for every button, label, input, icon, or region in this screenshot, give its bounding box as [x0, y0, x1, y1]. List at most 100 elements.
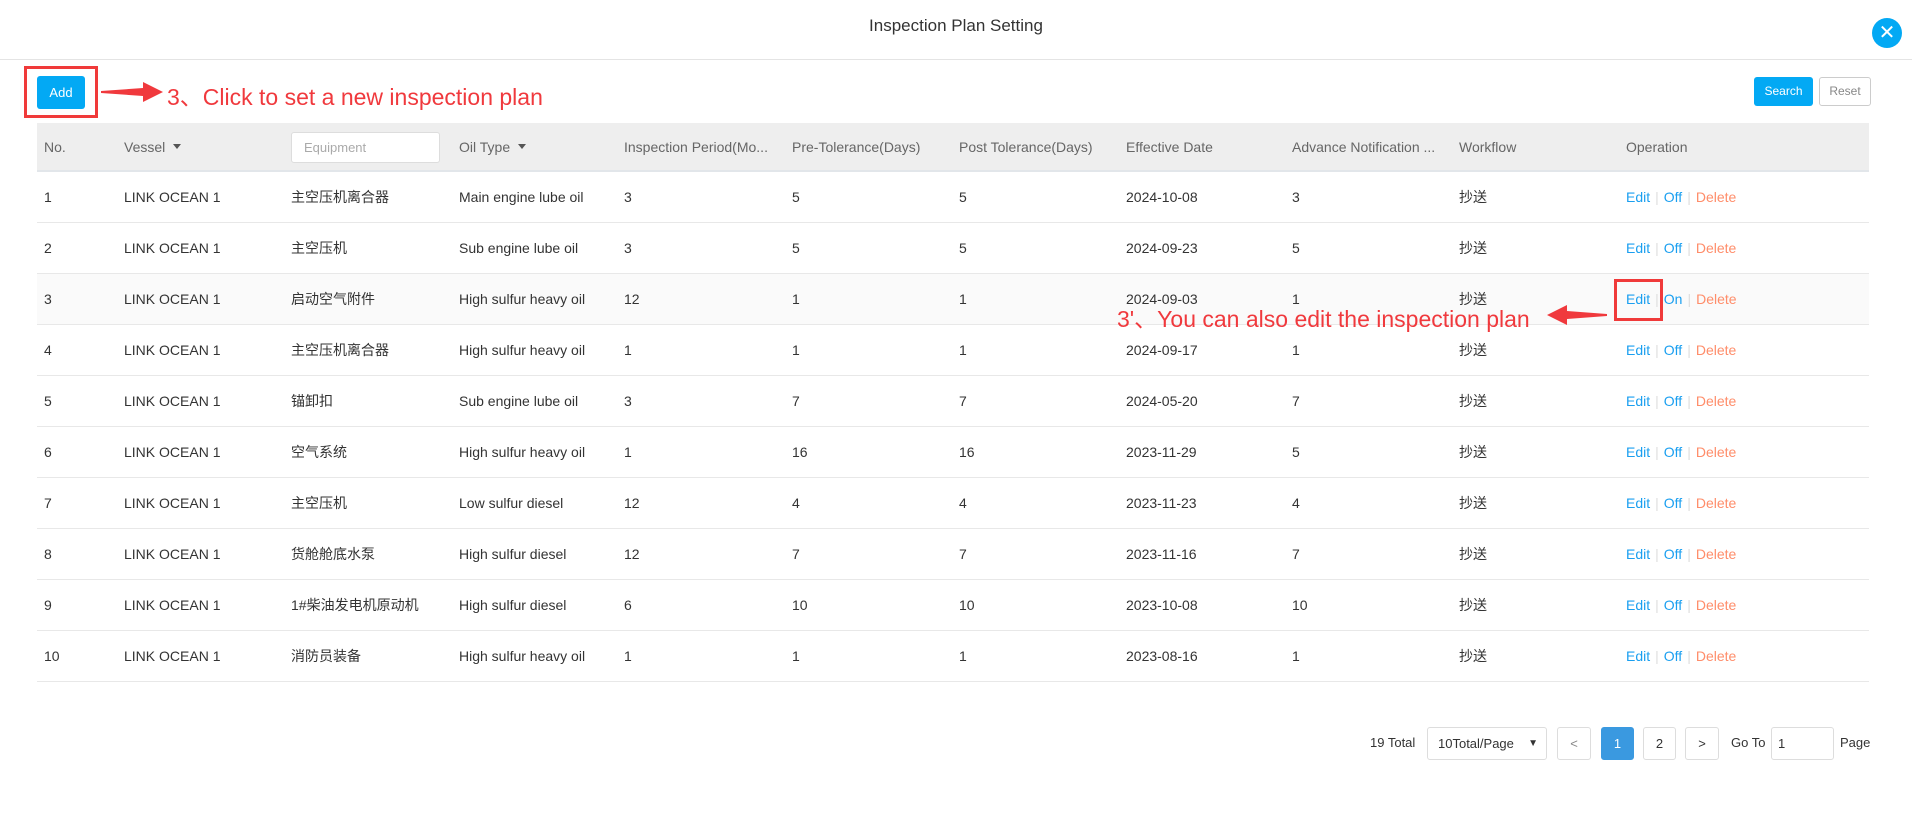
toggle-link[interactable]: On — [1664, 291, 1683, 307]
search-button[interactable]: Search — [1754, 77, 1813, 106]
cell-advance: 7 — [1292, 546, 1300, 562]
separator: | — [1687, 342, 1691, 358]
cell-period: 1 — [624, 648, 632, 664]
page-size-select[interactable]: 10Total/Page ▼ — [1427, 727, 1547, 760]
edit-link[interactable]: Edit — [1626, 444, 1650, 460]
edit-link[interactable]: Edit — [1626, 597, 1650, 613]
cell-period: 12 — [624, 495, 640, 511]
delete-link[interactable]: Delete — [1696, 546, 1736, 562]
toggle-link[interactable]: Off — [1664, 546, 1682, 562]
delete-link[interactable]: Delete — [1696, 597, 1736, 613]
cell-date: 2023-11-16 — [1126, 546, 1197, 562]
cell-period: 3 — [624, 393, 632, 409]
separator: | — [1687, 546, 1691, 562]
delete-link[interactable]: Delete — [1696, 648, 1736, 664]
cell-workflow: 抄送 — [1459, 546, 1487, 562]
separator: | — [1655, 342, 1659, 358]
page-2-button[interactable]: 2 — [1643, 727, 1676, 760]
delete-link[interactable]: Delete — [1696, 444, 1736, 460]
header-no: No. — [44, 138, 66, 155]
reset-button[interactable]: Reset — [1819, 77, 1871, 106]
toggle-link[interactable]: Off — [1664, 597, 1682, 613]
header-period: Inspection Period(Mo... — [624, 138, 768, 155]
next-page-button[interactable]: > — [1685, 727, 1719, 760]
cell-no: 2 — [44, 240, 52, 256]
prev-page-button[interactable]: < — [1557, 727, 1591, 760]
header-vessel-filter[interactable]: Vessel — [124, 123, 182, 170]
separator: | — [1687, 291, 1692, 307]
edit-link[interactable]: Edit — [1626, 189, 1650, 205]
toggle-link[interactable]: Off — [1664, 393, 1682, 409]
toggle-link[interactable]: Off — [1664, 240, 1682, 256]
page-label: Page — [1840, 735, 1871, 750]
edit-link[interactable]: Edit — [1626, 240, 1650, 256]
header-oil-type: Oil Type — [459, 138, 511, 155]
separator: | — [1655, 495, 1659, 511]
cell-post: 10 — [959, 597, 975, 613]
caret-down-icon — [173, 144, 182, 149]
cell-workflow: 抄送 — [1459, 648, 1487, 664]
annotation-edit: 3'、You can also edit the inspection plan — [1117, 306, 1530, 332]
operation-cell: Edit | Off | Delete — [1626, 325, 1736, 375]
separator: | — [1687, 444, 1691, 460]
table-row: 10 LINK OCEAN 1 消防员装备 High sulfur heavy oil… — [37, 631, 1869, 682]
cell-date: 2024-05-20 — [1126, 393, 1198, 409]
edit-link[interactable]: Edit — [1626, 648, 1650, 664]
cell-advance: 4 — [1292, 495, 1300, 511]
cell-no: 5 — [44, 393, 52, 409]
table-row: 4 LINK OCEAN 1 主空压机离合器 High sulfur heavy oi… — [37, 325, 1869, 376]
separator: | — [1687, 648, 1691, 664]
edit-link[interactable]: Edit — [1626, 393, 1650, 409]
cell-vessel: LINK OCEAN 1 — [124, 546, 221, 562]
cell-vessel: LINK OCEAN 1 — [124, 342, 221, 358]
delete-link[interactable]: Delete — [1696, 342, 1736, 358]
chevron-down-icon: ▼ — [1528, 738, 1538, 749]
table-row: 5 LINK OCEAN 1 锚卸扣 Sub engine lube oil 3 7 7 20… — [37, 376, 1869, 427]
delete-link[interactable]: Delete — [1696, 189, 1736, 205]
cell-vessel: LINK OCEAN 1 — [124, 189, 221, 205]
cell-post: 1 — [959, 291, 967, 307]
close-icon[interactable]: ✕ — [1872, 18, 1902, 48]
toggle-link[interactable]: Off — [1664, 189, 1682, 205]
cell-no: 8 — [44, 546, 52, 562]
cell-no: 10 — [44, 648, 60, 664]
header-post-tolerance: Post Tolerance(Days) — [959, 138, 1093, 155]
edit-link[interactable]: Edit — [1626, 546, 1650, 562]
separator: | — [1687, 240, 1691, 256]
header-oil-type-filter[interactable]: Oil Type — [459, 123, 527, 170]
divider — [0, 59, 1912, 60]
cell-no: 9 — [44, 597, 52, 613]
delete-link[interactable]: Delete — [1696, 291, 1736, 307]
cell-workflow: 抄送 — [1459, 597, 1487, 613]
annotation-add: 3、Click to set a new inspection plan — [167, 84, 543, 110]
table-row: 8 LINK OCEAN 1 货舱舱底水泵 High sulfur diesel 12 7… — [37, 529, 1869, 580]
cell-date: 2023-10-08 — [1126, 597, 1198, 613]
cell-oil: High sulfur diesel — [459, 597, 567, 613]
edit-link[interactable]: Edit — [1626, 342, 1650, 358]
cell-period: 3 — [624, 189, 632, 205]
page-1-button[interactable]: 1 — [1601, 727, 1634, 760]
separator: | — [1687, 189, 1691, 205]
delete-link[interactable]: Delete — [1696, 495, 1736, 511]
cell-advance: 5 — [1292, 444, 1300, 460]
dialog-title: Inspection Plan Setting — [869, 16, 1043, 35]
cell-vessel: LINK OCEAN 1 — [124, 240, 221, 256]
delete-link[interactable]: Delete — [1696, 240, 1736, 256]
cell-equipment: 主空压机离合器 — [291, 189, 389, 205]
toggle-link[interactable]: Off — [1664, 495, 1682, 511]
toggle-link[interactable]: Off — [1664, 648, 1682, 664]
cell-oil: Sub engine lube oil — [459, 240, 579, 256]
equipment-filter-input[interactable]: Equipment — [291, 132, 440, 163]
cell-equipment: 主空压机离合器 — [291, 342, 389, 358]
toggle-link[interactable]: Off — [1664, 342, 1682, 358]
cell-post: 1 — [959, 342, 967, 358]
edit-link[interactable]: Edit — [1626, 495, 1650, 511]
goto-page-input[interactable]: 1 — [1771, 727, 1834, 760]
cell-pre: 16 — [792, 444, 808, 460]
delete-link[interactable]: Delete — [1696, 393, 1736, 409]
operation-cell: Edit | Off | Delete — [1626, 172, 1736, 222]
cell-no: 7 — [44, 495, 52, 511]
cell-period: 12 — [624, 546, 640, 562]
add-button[interactable]: Add — [37, 76, 85, 109]
toggle-link[interactable]: Off — [1664, 444, 1682, 460]
